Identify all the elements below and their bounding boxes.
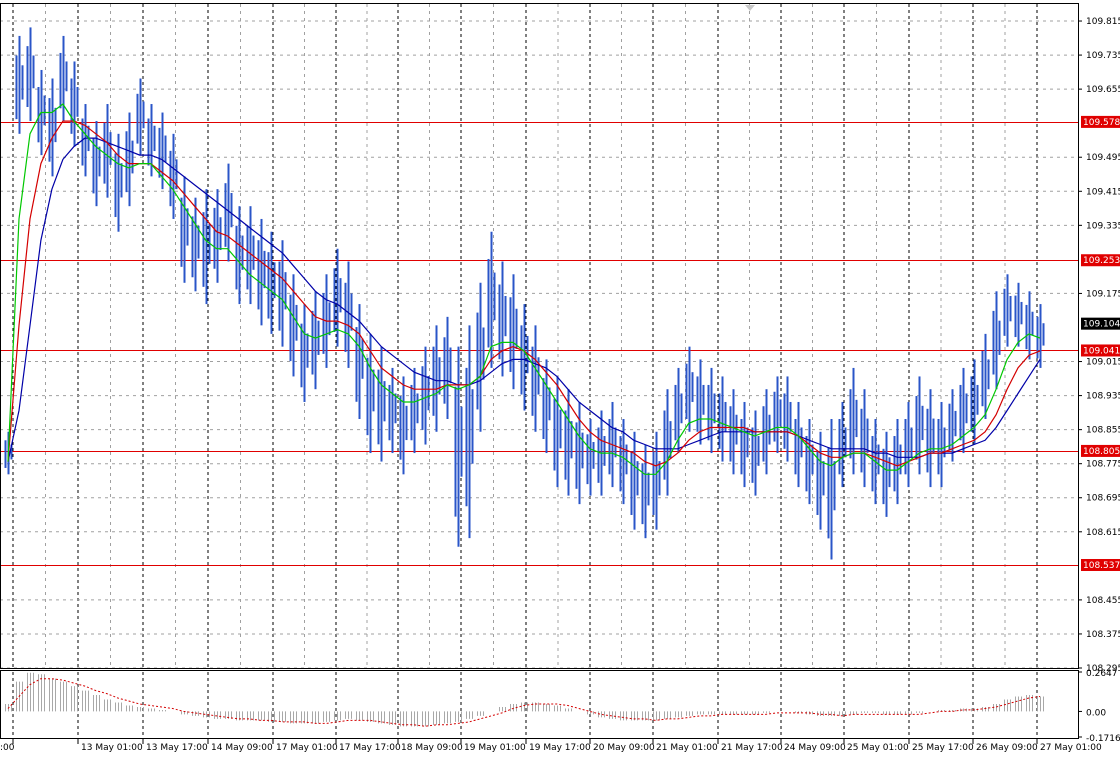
time-tick-label: 24 May 09:00 xyxy=(784,743,846,753)
current-price-label: 109.104 xyxy=(1083,320,1120,330)
level-price-label: 109.041 xyxy=(1083,346,1120,356)
osc-tick-label: 0.00 xyxy=(1086,708,1106,718)
time-tick-label: 18 May 09:00 xyxy=(401,743,463,753)
time-tick-label: 26 May 09:00 xyxy=(976,743,1038,753)
price-tick-label: 109.495 xyxy=(1086,153,1120,163)
time-tick-label: 17 May 01:00 xyxy=(276,743,338,753)
time-tick-label: 21 May 01:00 xyxy=(656,743,718,753)
level-price-label: 108.537 xyxy=(1083,561,1120,571)
chart-canvas[interactable]: 109.815 109.735 109.655 109.495 109.415 109.3… xyxy=(0,0,1120,758)
level-price-label: 109.578 xyxy=(1083,118,1120,128)
price-tick-label: 108.935 xyxy=(1086,392,1120,402)
level-price-label: 109.253 xyxy=(1083,256,1120,266)
time-tick-label: 20 May 09:00 xyxy=(593,743,655,753)
price-tick-label: 109.655 xyxy=(1086,85,1120,95)
price-tick-label: 108.455 xyxy=(1086,596,1120,606)
time-tick-label: 13 May 01:00 xyxy=(81,743,143,753)
price-tick-label: 109.415 xyxy=(1086,187,1120,197)
price-tick-label: 109.015 xyxy=(1086,358,1120,368)
price-tick-label: 108.615 xyxy=(1086,528,1120,538)
price-tick-label: 108.375 xyxy=(1086,630,1120,640)
time-tick-label: 27 May 01:00 xyxy=(1040,743,1102,753)
price-tick-label: 109.735 xyxy=(1086,51,1120,61)
time-tick-label: 17 May 17:00 xyxy=(339,743,401,753)
level-price-label: 108.805 xyxy=(1083,447,1120,457)
time-tick-label: 19 May 01:00 xyxy=(464,743,526,753)
price-tick-label: 109.175 xyxy=(1086,289,1120,299)
price-tick-label: 108.775 xyxy=(1086,460,1120,470)
time-tick-label: 19 May 17:00 xyxy=(529,743,591,753)
time-tick-label: 14 May 09:00 xyxy=(211,743,273,753)
time-tick-label: 25 May 17:00 xyxy=(912,743,974,753)
chart-background xyxy=(0,0,1120,758)
time-tick-label: 21 May 17:00 xyxy=(721,743,783,753)
osc-tick-label: 0.2647 xyxy=(1086,669,1118,679)
chart-window[interactable]: 109.815 109.735 109.655 109.495 109.415 109.3… xyxy=(0,0,1120,758)
price-tick-label: 109.815 xyxy=(1086,17,1120,27)
price-tick-label: 108.695 xyxy=(1086,494,1120,504)
time-tick-label: 13 May 17:00 xyxy=(146,743,208,753)
price-tick-label: 108.855 xyxy=(1086,426,1120,436)
time-tick-label: 25 May 01:00 xyxy=(847,743,909,753)
price-tick-label: 109.335 xyxy=(1086,221,1120,231)
time-tick-label: :00 xyxy=(0,743,15,753)
